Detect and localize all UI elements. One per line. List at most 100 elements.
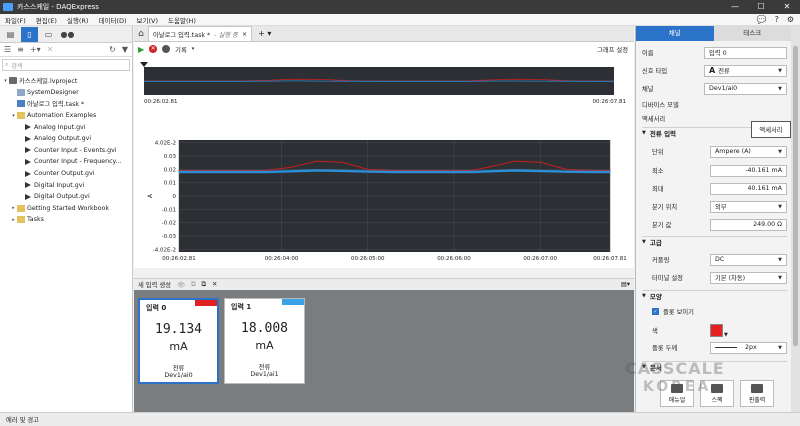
unit-select[interactable]: Ampere (A) ▼: [710, 145, 787, 158]
menu-edit[interactable]: 편집(E): [31, 15, 62, 25]
errors-warnings-tab[interactable]: 에러 및 경고: [6, 415, 39, 424]
tree-item[interactable]: Analog Output.gvi: [0, 133, 132, 145]
close-tab-icon[interactable]: ×: [242, 31, 247, 38]
tree-item[interactable]: SystemDesigner: [0, 87, 132, 99]
y-tick-label: 0.01: [164, 181, 176, 187]
new-input-button[interactable]: 새 입력 생성: [138, 280, 171, 289]
add-icon[interactable]: +▾: [30, 45, 41, 54]
expander-icon[interactable]: ▸: [10, 217, 17, 223]
menu-run[interactable]: 실행(R): [62, 15, 94, 25]
show-plot-checkbox[interactable]: ✓: [652, 308, 659, 315]
menu-help[interactable]: 도움말(H): [163, 15, 201, 25]
hardware-icon[interactable]: ▭: [40, 27, 57, 42]
maximize-button[interactable]: ☐: [748, 0, 774, 14]
x-tick-label: 00:26:04:00: [265, 256, 299, 262]
tree-item[interactable]: Counter Output.gvi: [0, 168, 132, 180]
tab-analog-input-task[interactable]: 아날로그 입력.task * - 실행 중 ×: [148, 26, 253, 41]
shunt-location-select[interactable]: 외부 ▼: [710, 200, 787, 213]
input-card-1[interactable]: 입력 1 18.008 mA 전류 Dev1/ai1: [224, 298, 305, 384]
project-files-icon[interactable]: ▯: [21, 26, 38, 42]
y-axis-label: A: [147, 193, 154, 198]
menu-view[interactable]: 보기(V): [132, 15, 163, 25]
add-tab-button[interactable]: + ▾: [252, 26, 277, 41]
min-field[interactable]: -40.161 mA: [710, 164, 787, 177]
shunt-value-row: 분기 값 249.00 Ω: [642, 218, 787, 231]
delete-input-icon[interactable]: ✕: [212, 281, 217, 288]
graph-settings-button[interactable]: 그래프 설정: [597, 45, 634, 54]
terminal-select[interactable]: 기본 (차동) ▼: [710, 271, 787, 284]
strip-menu-icon[interactable]: ▤▾: [621, 281, 634, 288]
data-point: [609, 171, 611, 173]
minimize-button[interactable]: —: [722, 0, 748, 14]
menu-data[interactable]: 데이터(D): [93, 15, 131, 25]
chevron-down-icon: ▼: [778, 67, 782, 74]
shunt-value-field[interactable]: 249.00 Ω: [710, 218, 787, 231]
expander-icon[interactable]: ▾: [2, 78, 9, 84]
tree-item[interactable]: 아날로그 입력.task *: [0, 98, 132, 110]
paste-icon[interactable]: ⧉: [201, 281, 206, 289]
section-appearance[interactable]: ▼ 모양: [642, 290, 787, 301]
chevron-down-icon: ▼: [778, 85, 782, 92]
menu-file[interactable]: 파일(F): [0, 15, 31, 25]
tree-item[interactable]: ▾ 카스스케일.lvproject: [0, 75, 132, 87]
run-icon[interactable]: ▶: [138, 45, 144, 54]
record-label[interactable]: 기록: [175, 45, 187, 54]
panel-toggle-icon[interactable]: ▤: [2, 27, 19, 42]
tree-item[interactable]: Analog Input.gvi: [0, 121, 132, 133]
chat-icon[interactable]: 💬: [757, 15, 767, 24]
project-search-input[interactable]: ⌕ 검색: [2, 59, 130, 71]
help-icon[interactable]: ?: [775, 15, 779, 24]
list-view-icon[interactable]: ☰: [4, 45, 11, 54]
expander-icon[interactable]: ▸: [10, 205, 17, 211]
properties-scrollbar[interactable]: [791, 26, 800, 412]
tree-item[interactable]: Digital Output.gvi: [0, 191, 132, 203]
close-window-button[interactable]: ✕: [774, 0, 800, 14]
data-point: [290, 166, 292, 168]
tab-channel[interactable]: 채널: [636, 26, 714, 41]
name-field[interactable]: 입력 0: [704, 46, 787, 59]
visibility-icon[interactable]: 👁: [177, 281, 185, 289]
tree-item[interactable]: Counter Input - Events.gvi: [0, 145, 132, 157]
data-point: [316, 169, 318, 171]
card-device: Dev1/ai1: [250, 371, 279, 378]
pinout-button[interactable]: 핀출력: [740, 380, 774, 407]
signal-type-select[interactable]: A 전류 ▼: [704, 64, 787, 77]
expander-icon[interactable]: ▾: [10, 113, 17, 119]
tab-task[interactable]: 태스크: [713, 26, 791, 41]
tree-item[interactable]: ▸ Getting Started Workbook: [0, 203, 132, 215]
tab-label: 아날로그 입력.task *: [153, 31, 211, 39]
collapse-icon: ▼: [642, 293, 646, 299]
input-card-0[interactable]: 입력 0 19.134 mA 전류 Dev1/ai0: [138, 298, 219, 384]
gear-icon[interactable]: ⚙: [787, 15, 794, 24]
color-swatch[interactable]: [710, 323, 723, 337]
chevron-down-icon: ▼: [778, 148, 782, 155]
filter-icon[interactable]: ▼: [122, 45, 128, 54]
tree-item[interactable]: Digital Input.gvi: [0, 179, 132, 191]
tree-item[interactable]: ▾ Automation Examples: [0, 110, 132, 122]
tree-item[interactable]: Counter Input - Frequency...: [0, 156, 132, 168]
instruments-icon[interactable]: ●●: [59, 27, 76, 42]
stop-icon[interactable]: ✕: [149, 45, 158, 53]
gvi-icon: [25, 182, 31, 189]
signal-type-row: 신호 타입 A 전류 ▼: [642, 64, 787, 77]
input-strip-toolbar: 새 입력 생성 👁 ⧉ ⧉ ✕ ▤▾: [134, 278, 634, 290]
chevron-down-icon[interactable]: ▼: [724, 332, 728, 338]
project-panel: ▤ ▯ ▭ ●● ☰ ≡ +▾ ✕ ↻ ▼ ⌕ 검색 ▾ 카스스케일.lvproj…: [0, 26, 133, 412]
channel-select[interactable]: Dev1/ai0 ▼: [704, 82, 787, 95]
section-advanced[interactable]: ▼ 고급: [642, 236, 787, 247]
max-field[interactable]: 40.161 mA: [710, 182, 787, 195]
coupling-select[interactable]: DC ▼: [710, 253, 787, 266]
tree-item-label: Counter Input - Frequency...: [34, 158, 122, 166]
refresh-icon[interactable]: ↻: [109, 45, 116, 54]
record-icon[interactable]: [162, 45, 171, 53]
search-icon: ⌕: [5, 61, 9, 68]
tooltip-accessory: 액세서리: [751, 121, 791, 138]
delete-icon[interactable]: ✕: [47, 45, 54, 54]
tree-view-icon[interactable]: ≡: [17, 45, 24, 54]
tree-item[interactable]: ▸ Tasks: [0, 214, 132, 226]
home-icon[interactable]: ⌂: [134, 26, 148, 41]
gvi-icon: [25, 135, 31, 142]
data-point: [514, 160, 516, 162]
copy-icon[interactable]: ⧉: [191, 281, 196, 289]
y-tick-label: 0.03: [164, 154, 177, 160]
